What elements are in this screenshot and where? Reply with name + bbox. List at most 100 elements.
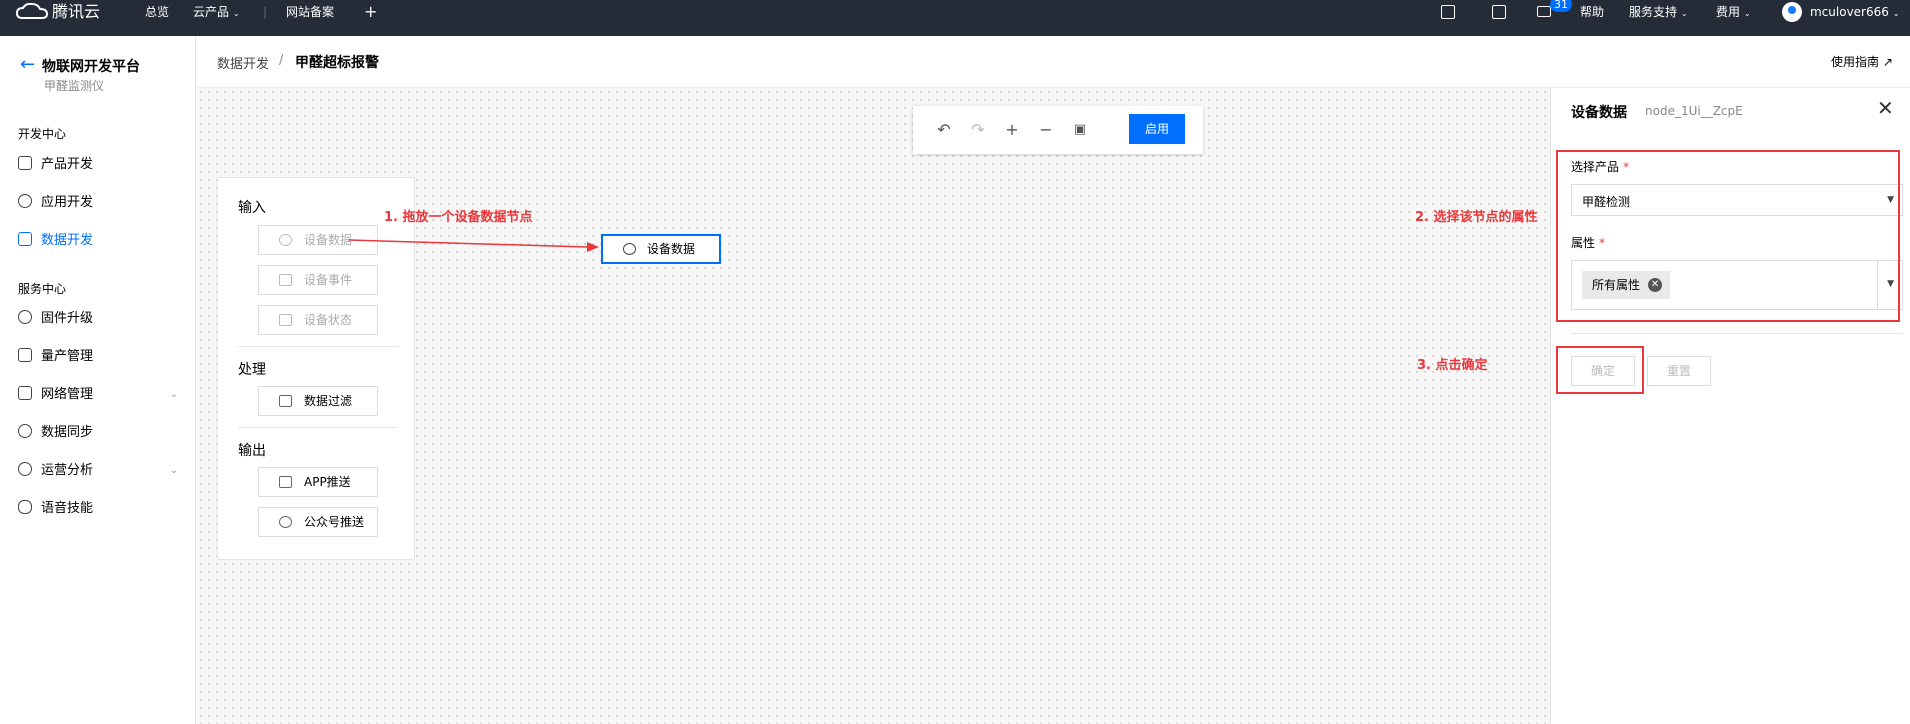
redo-icon[interactable]: ↷ <box>969 121 987 139</box>
nav-products-label: 云产品 <box>193 5 230 19</box>
platform-title: 物联网开发平台 <box>42 59 140 75</box>
palette-section-output: 输出 <box>238 443 266 459</box>
top-navbar: 腾讯云 总览 云产品 ⌄ | 网站备案 + 31 帮助 服务支持 ⌄ 费用 ⌄ … <box>0 0 1910 36</box>
nav-products[interactable]: 云产品 ⌄ <box>193 0 240 36</box>
sidebar-item-data-sync[interactable]: 数据同步 <box>18 422 188 444</box>
chevron-down-icon: ⌄ <box>232 9 240 18</box>
alert-icon <box>279 476 292 488</box>
help-link[interactable]: 帮助 <box>1580 0 1604 36</box>
annotation-step1: 1. 拖放一个设备数据节点 <box>384 210 533 225</box>
pie-icon <box>623 243 636 255</box>
guide-link[interactable]: 使用指南 ↗ <box>1831 53 1893 70</box>
group-dev-center: 开发中心 <box>18 127 67 141</box>
palette-item-label: 设备状态 <box>304 313 353 327</box>
palette-item-label: 公众号推送 <box>304 515 365 529</box>
palette-item-app-push[interactable]: APP推送 <box>258 467 378 497</box>
brand-name[interactable]: 腾讯云 <box>52 0 100 24</box>
node-id: node_1Ui__ZcpE <box>1645 104 1743 118</box>
breadcrumb-separator: / <box>279 53 284 68</box>
sidebar-item-label: 产品开发 <box>41 157 94 172</box>
sidebar-item-app-dev[interactable]: 应用开发 <box>18 192 188 214</box>
sidebar-item-label: 运营分析 <box>41 463 94 478</box>
enable-button[interactable]: 启用 <box>1129 114 1185 144</box>
sync-icon <box>18 424 32 438</box>
external-link-icon: ↗ <box>1882 55 1893 69</box>
chevron-down-icon: ⌄ <box>1743 9 1751 18</box>
save-icon[interactable]: ▣ <box>1071 121 1089 139</box>
sidebar-item-network[interactable]: 网络管理 ⌄ <box>18 384 188 406</box>
tencent-cloud-logo-icon[interactable] <box>16 3 48 21</box>
undo-icon[interactable]: ↶ <box>935 121 953 139</box>
zoom-in-icon[interactable]: + <box>1003 121 1021 139</box>
flow-canvas[interactable]: ↶ ↷ + − ▣ 启用 输入 设备数据 设备事件 设备状态 处理 数据过滤 输… <box>197 88 1550 724</box>
network-icon <box>18 386 32 400</box>
chevron-down-icon: ⌄ <box>1892 9 1900 18</box>
document-icon[interactable] <box>1492 5 1506 19</box>
palette-item-label: APP推送 <box>304 475 351 489</box>
sidebar-item-firmware[interactable]: 固件升级 <box>18 308 188 330</box>
sidebar-item-product-dev[interactable]: 产品开发 <box>18 154 188 176</box>
breadcrumb-parent[interactable]: 数据开发 <box>217 53 269 72</box>
billing-menu[interactable]: 费用 ⌄ <box>1716 0 1751 36</box>
palette-item-data-filter[interactable]: 数据过滤 <box>258 386 378 416</box>
chat-icon <box>279 516 292 528</box>
qrcode-icon[interactable] <box>1441 5 1455 19</box>
reset-button[interactable]: 重置 <box>1647 356 1711 386</box>
analytics-icon <box>18 462 32 476</box>
page-header: 数据开发 / 甲醛超标报警 使用指南 ↗ <box>197 36 1910 88</box>
sidebar: ← 物联网开发平台 甲醛监测仪 开发中心 产品开发 应用开发 数据开发 服务中心… <box>0 36 196 724</box>
palette-item-device-status[interactable]: 设备状态 <box>258 305 378 335</box>
close-icon[interactable]: ✕ <box>1877 98 1894 118</box>
canvas-node-device-data[interactable]: 设备数据 <box>601 234 721 264</box>
flow-icon <box>18 232 32 246</box>
nav-icp[interactable]: 网站备案 <box>286 0 334 36</box>
mail-icon[interactable] <box>1537 6 1551 17</box>
filter-icon <box>279 395 292 407</box>
sidebar-item-label: 数据开发 <box>41 233 94 248</box>
sidebar-item-data-dev[interactable]: 数据开发 <box>18 230 188 252</box>
support-label: 服务支持 <box>1629 5 1678 19</box>
monitor-icon <box>279 314 292 326</box>
sidebar-item-label: 网络管理 <box>41 387 94 402</box>
avatar-icon[interactable] <box>1782 2 1802 22</box>
back-arrow-icon[interactable]: ← <box>20 56 35 74</box>
sidebar-item-label: 语音技能 <box>41 501 94 516</box>
nav-divider: | <box>263 5 268 19</box>
group-service-center: 服务中心 <box>18 282 67 296</box>
event-icon <box>279 274 292 286</box>
guide-label: 使用指南 <box>1831 55 1880 69</box>
sidebar-item-analytics[interactable]: 运营分析 ⌄ <box>18 460 188 482</box>
nav-overview[interactable]: 总览 <box>145 0 169 36</box>
annotation-step3: 3. 点击确定 <box>1417 358 1488 373</box>
sidebar-item-label: 数据同步 <box>41 425 94 440</box>
mail-count-badge: 31 <box>1550 0 1572 12</box>
pie-icon <box>279 234 292 246</box>
palette-item-label: 设备数据 <box>304 233 353 247</box>
palette-section-input: 输入 <box>238 200 266 216</box>
voice-icon <box>18 500 32 514</box>
user-menu[interactable]: mculover666 ⌄ <box>1810 0 1899 36</box>
canvas-toolbar: ↶ ↷ + − ▣ 启用 <box>913 106 1203 154</box>
panel-title: 设备数据 <box>1571 105 1627 121</box>
sidebar-item-mass-production[interactable]: 量产管理 <box>18 346 188 368</box>
chevron-down-icon: ⌄ <box>169 389 178 400</box>
sidebar-item-label: 量产管理 <box>41 349 94 364</box>
palette-item-wechat-push[interactable]: 公众号推送 <box>258 507 378 537</box>
palette-section-process: 处理 <box>238 362 266 378</box>
highlight-confirm <box>1556 346 1644 394</box>
app-icon <box>18 194 32 208</box>
palette-divider <box>238 427 398 428</box>
palette-item-device-event[interactable]: 设备事件 <box>258 265 378 295</box>
sidebar-item-label: 固件升级 <box>41 311 94 326</box>
support-menu[interactable]: 服务支持 ⌄ <box>1629 0 1688 36</box>
firmware-icon <box>18 310 32 324</box>
zoom-out-icon[interactable]: − <box>1037 121 1055 139</box>
plus-icon[interactable]: + <box>364 0 377 36</box>
palette-divider <box>238 346 398 347</box>
palette-item-label: 数据过滤 <box>304 394 353 408</box>
chip-icon <box>18 156 32 170</box>
annotation-step2: 2. 选择该节点的属性 <box>1415 210 1538 225</box>
sidebar-item-voice[interactable]: 语音技能 <box>18 498 188 520</box>
drag-arrow <box>348 239 599 252</box>
node-palette: 输入 设备数据 设备事件 设备状态 处理 数据过滤 输出 APP推送 公众号推送 <box>217 177 415 560</box>
